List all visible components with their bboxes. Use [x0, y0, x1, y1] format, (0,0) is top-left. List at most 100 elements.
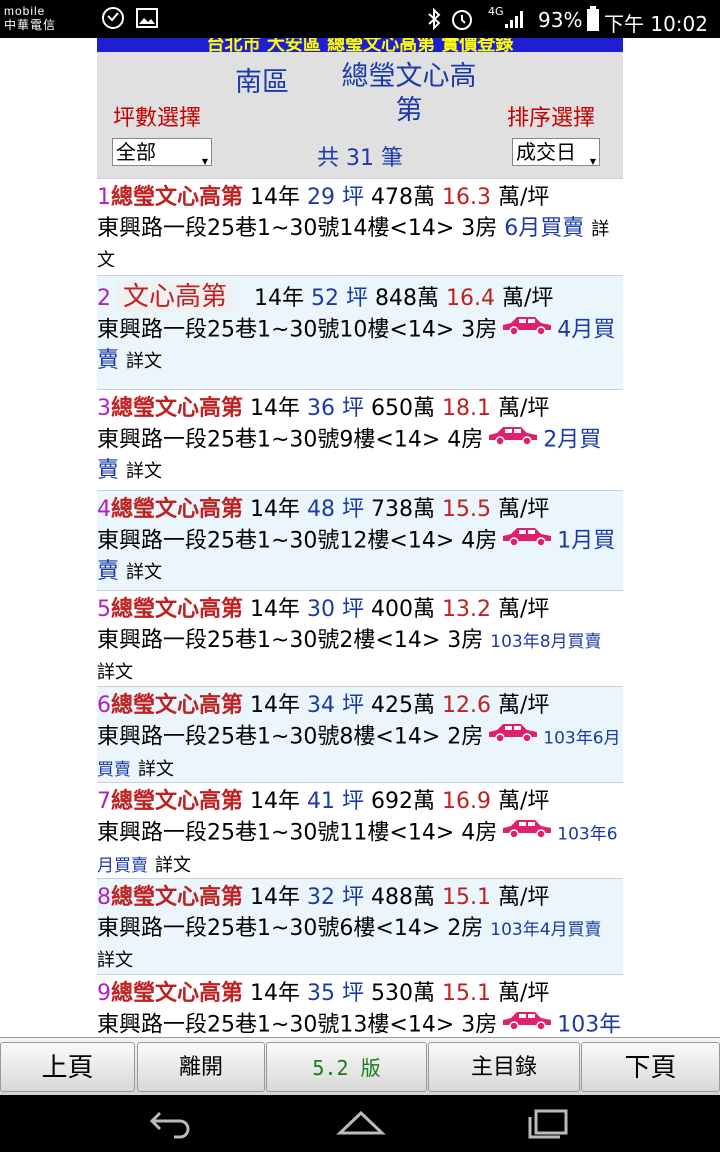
leave-button[interactable]: 離開: [137, 1042, 265, 1092]
alarm-icon: [450, 7, 474, 35]
listing-number: 3: [97, 396, 111, 421]
carrier-brand: mobile: [4, 4, 46, 18]
listing-row[interactable]: 7總瑩文心高第 14年 41 坪 692萬 16.9 萬/坪 東興路一段25巷1~…: [97, 782, 623, 878]
detail-link[interactable]: 詳文: [126, 351, 162, 372]
detail-link[interactable]: 詳文: [126, 461, 162, 482]
total-price: 738萬: [371, 497, 436, 522]
back-icon[interactable]: [146, 1107, 194, 1143]
total-price: 650萬: [371, 396, 436, 421]
unit-price: 16.4: [446, 286, 496, 311]
unit-price-suffix: 萬/坪: [498, 396, 550, 421]
unit-price-suffix: 萬/坪: [498, 981, 550, 1006]
recent-apps-icon[interactable]: [526, 1107, 572, 1143]
network-type: 4G: [488, 5, 504, 18]
area-unit: 坪: [342, 885, 365, 910]
detail-link[interactable]: 詳文: [126, 562, 162, 583]
area-unit: 坪: [342, 693, 365, 718]
area-unit: 坪: [342, 981, 365, 1006]
area-unit: 坪: [342, 789, 365, 814]
unit-price: 15.1: [442, 981, 492, 1006]
floor-area: 30: [307, 597, 336, 622]
listing-name[interactable]: 總瑩文心高第: [111, 693, 243, 718]
listing-row[interactable]: 3總瑩文心高第 14年 36 坪 650萬 18.1 萬/坪 東興路一段25巷1~…: [97, 389, 623, 490]
top-banner-text: 台北市 大安區 總瑩文心高第 實價登錄: [206, 38, 514, 52]
listing-row[interactable]: 5總瑩文心高第 14年 30 坪 400萬 13.2 萬/坪 東興路一段25巷1~…: [97, 590, 623, 686]
main-menu-button[interactable]: 主目錄: [428, 1042, 580, 1092]
transaction-date: 6月買賣: [504, 216, 585, 241]
floor-area: 32: [307, 885, 336, 910]
status-bar: mobile 中華電信 4G 93% 下午 10:02: [0, 0, 720, 38]
listing-detail-line: 東興路一段25巷1~30號12樓<14> 4房 1月買賣 詳文: [97, 526, 623, 588]
floor-area: 36: [307, 396, 336, 421]
transaction-date: 103年8月買賣: [490, 632, 602, 652]
unit-price: 16.9: [442, 789, 492, 814]
listing-number: 4: [97, 497, 111, 522]
listing-number: 5: [97, 597, 111, 622]
listing-name[interactable]: 總瑩文心高第: [111, 981, 243, 1006]
room-count: 4房: [447, 427, 484, 453]
parking-car-icon: [501, 315, 553, 346]
listing-number: 9: [97, 981, 111, 1006]
room-count: 3房: [447, 628, 484, 653]
listing-row[interactable]: 4總瑩文心高第 14年 48 坪 738萬 15.5 萬/坪 東興路一段25巷1~…: [97, 490, 623, 590]
region-label: 南區: [235, 67, 289, 98]
area-unit: 坪: [346, 286, 369, 311]
listing-row[interactable]: 6總瑩文心高第 14年 34 坪 425萬 12.6 萬/坪 東興路一段25巷1~…: [97, 686, 623, 782]
listing-name[interactable]: 總瑩文心高第: [111, 396, 243, 421]
listing-row[interactable]: 1總瑩文心高第 14年 29 坪 478萬 16.3 萬/坪 東興路一段25巷1~…: [97, 178, 623, 275]
parking-car-icon: [501, 526, 553, 557]
listing-name[interactable]: 總瑩文心高第: [111, 789, 243, 814]
version-button[interactable]: 5.2 版: [266, 1042, 427, 1092]
listing-row[interactable]: 9總瑩文心高第 14年 35 坪 530萬 15.1 萬/坪 東興路一段25巷1~…: [97, 974, 623, 1037]
listing-detail-line: 東興路一段25巷1~30號10樓<14> 3房 4月買賣 詳文: [97, 315, 623, 377]
carrier-name: 中華電信: [4, 18, 57, 32]
building-age: 14年: [250, 497, 301, 522]
unit-price-suffix: 萬/坪: [498, 597, 550, 622]
clock: 下午 10:02: [604, 12, 708, 36]
detail-link[interactable]: 詳文: [97, 950, 133, 971]
unit-price: 16.3: [442, 185, 492, 210]
listing-number: 6: [97, 693, 111, 718]
listing-name[interactable]: 文心高第: [117, 282, 234, 312]
detail-link[interactable]: 詳文: [97, 662, 133, 683]
parking-car-icon: [487, 425, 539, 456]
unit-price-suffix: 萬/坪: [498, 693, 550, 718]
listing-detail-line: 東興路一段25巷1~30號6樓<14> 2房 103年4月買賣 詳文: [97, 914, 623, 974]
floor-area: 34: [307, 693, 336, 718]
listing-number: 7: [97, 789, 111, 814]
listing-address: 東興路一段25巷1~30號11樓<14>: [97, 820, 455, 846]
sort-label: 排序選擇: [507, 106, 596, 131]
total-price: 692萬: [371, 789, 436, 814]
building-age: 14年: [250, 693, 301, 718]
transaction-date: 103年4月買賣: [490, 920, 602, 940]
prev-page-button[interactable]: 上頁: [0, 1042, 135, 1092]
detail-link[interactable]: 詳文: [155, 855, 191, 876]
room-count: 3房: [461, 216, 498, 241]
listing-address: 東興路一段25巷1~30號8樓<14>: [97, 724, 441, 750]
total-price: 400萬: [371, 597, 436, 622]
top-banner: 台北市 大安區 總瑩文心高第 實價登錄: [97, 38, 623, 52]
unit-price: 13.2: [442, 597, 492, 622]
listing-name[interactable]: 總瑩文心高第: [111, 885, 243, 910]
listing-detail-line: 東興路一段25巷1~30號11樓<14> 4房 103年6月買賣 詳文: [97, 818, 623, 878]
unit-price-suffix: 萬/坪: [498, 885, 550, 910]
listing-name[interactable]: 總瑩文心高第: [111, 497, 243, 522]
listing-number: 8: [97, 885, 111, 910]
signal-icon: [503, 8, 525, 34]
area-unit: 坪: [342, 497, 365, 522]
listing-name[interactable]: 總瑩文心高第: [111, 597, 243, 622]
sort-select[interactable]: 成交日 ▼: [512, 138, 600, 166]
home-icon[interactable]: [336, 1107, 386, 1143]
area-select[interactable]: 全部 ▼: [112, 138, 212, 166]
transaction-date: 103年: [557, 1012, 622, 1038]
listing-detail-line: 東興路一段25巷1~30號9樓<14> 4房 2月買賣 詳文: [97, 425, 623, 487]
next-page-button[interactable]: 下頁: [581, 1042, 720, 1092]
listing-row[interactable]: 8總瑩文心高第 14年 32 坪 488萬 15.1 萬/坪 東興路一段25巷1~…: [97, 878, 623, 974]
unit-price: 15.1: [442, 885, 492, 910]
building-age: 14年: [250, 597, 301, 622]
listing-name[interactable]: 總瑩文心高第: [111, 185, 243, 210]
floor-area: 35: [307, 981, 336, 1006]
detail-link[interactable]: 詳文: [138, 759, 174, 780]
listing-row[interactable]: 2 文心高第 14年 52 坪 848萬 16.4 萬/坪 東興路一段25巷1~30…: [97, 275, 623, 389]
dropdown-arrow-icon: ▼: [201, 157, 208, 166]
